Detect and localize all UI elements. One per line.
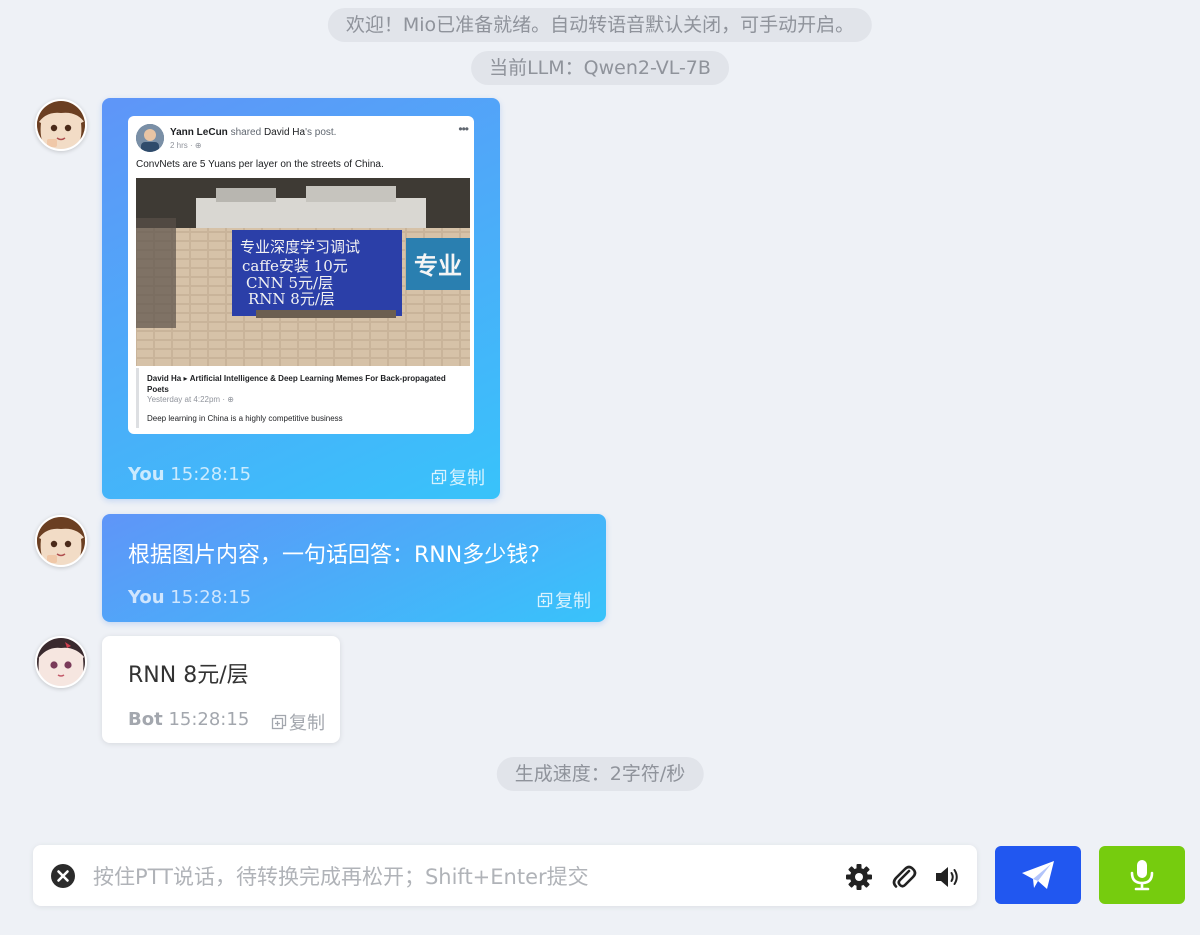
message-bubble-user-image: Yann LeCun shared David Ha's post. 2 hrs… (102, 98, 500, 499)
settings-button[interactable] (845, 863, 873, 891)
copy-icon (431, 469, 447, 485)
user-avatar (35, 99, 87, 151)
copy-button[interactable]: 复制 (271, 709, 325, 735)
volume-button[interactable] (933, 863, 961, 891)
post-avatar (136, 124, 164, 152)
sign-line-4: RNN 8元/层 (248, 290, 335, 308)
sign2-text: 专业 (414, 252, 462, 280)
sign-line-2: caffe安装 10元 (242, 257, 348, 275)
street-photo: 专业深度学习调试 caffe安装 10元 CNN 5元/层 RNN 8元/层 专… (136, 178, 470, 366)
shared-post: David Ha ▸ Artificial Intelligence & Dee… (136, 368, 473, 428)
attach-button[interactable] (890, 863, 918, 891)
system-llm: 当前LLM：Qwen2-VL-7B (471, 51, 729, 85)
message-input[interactable] (91, 855, 835, 898)
copy-button[interactable]: 复制 (431, 464, 485, 490)
message-meta: Bot 15:28:15 (128, 709, 250, 730)
send-button[interactable] (995, 846, 1081, 904)
gear-icon (846, 864, 872, 890)
post-header: Yann LeCun shared David Ha's post. (170, 127, 337, 138)
user-avatar (35, 515, 87, 567)
message-meta: You 15:28:15 (128, 464, 252, 485)
message-text: 根据图片内容，一句话回答：RNN多少钱？ (128, 543, 551, 568)
message-meta: You 15:28:15 (128, 587, 252, 608)
message-bubble-bot: RNN 8元/层 Bot 15:28:15 复制 (102, 636, 340, 743)
paper-plane-icon (1022, 861, 1054, 889)
microphone-icon (1130, 860, 1154, 891)
shared-image[interactable]: Yann LeCun shared David Ha's post. 2 hrs… (128, 116, 474, 434)
clear-button[interactable] (51, 864, 75, 888)
input-bar (33, 845, 977, 906)
message-text: RNN 8元/层 (128, 663, 249, 688)
bot-avatar (35, 636, 87, 688)
close-circle-icon (51, 864, 75, 888)
paperclip-icon (892, 865, 917, 888)
copy-button[interactable]: 复制 (537, 587, 591, 613)
generation-speed: 生成速度：2字符/秒 (496, 757, 704, 791)
more-icon: ••• (458, 122, 469, 136)
speaker-icon (936, 867, 958, 887)
sign-line-1: 专业深度学习调试 (240, 238, 360, 256)
post-text: ConvNets are 5 Yuans per layer on the st… (136, 159, 384, 170)
system-welcome: 欢迎！Mio已准备就绪。自动转语音默认关闭，可手动开启。 (327, 8, 873, 42)
copy-icon (537, 592, 553, 608)
post-time: 2 hrs · ⊕ (170, 141, 202, 150)
mic-button[interactable] (1099, 846, 1185, 904)
message-bubble-user-text: 根据图片内容，一句话回答：RNN多少钱？ You 15:28:15 复制 (102, 514, 606, 622)
copy-icon (271, 714, 287, 730)
